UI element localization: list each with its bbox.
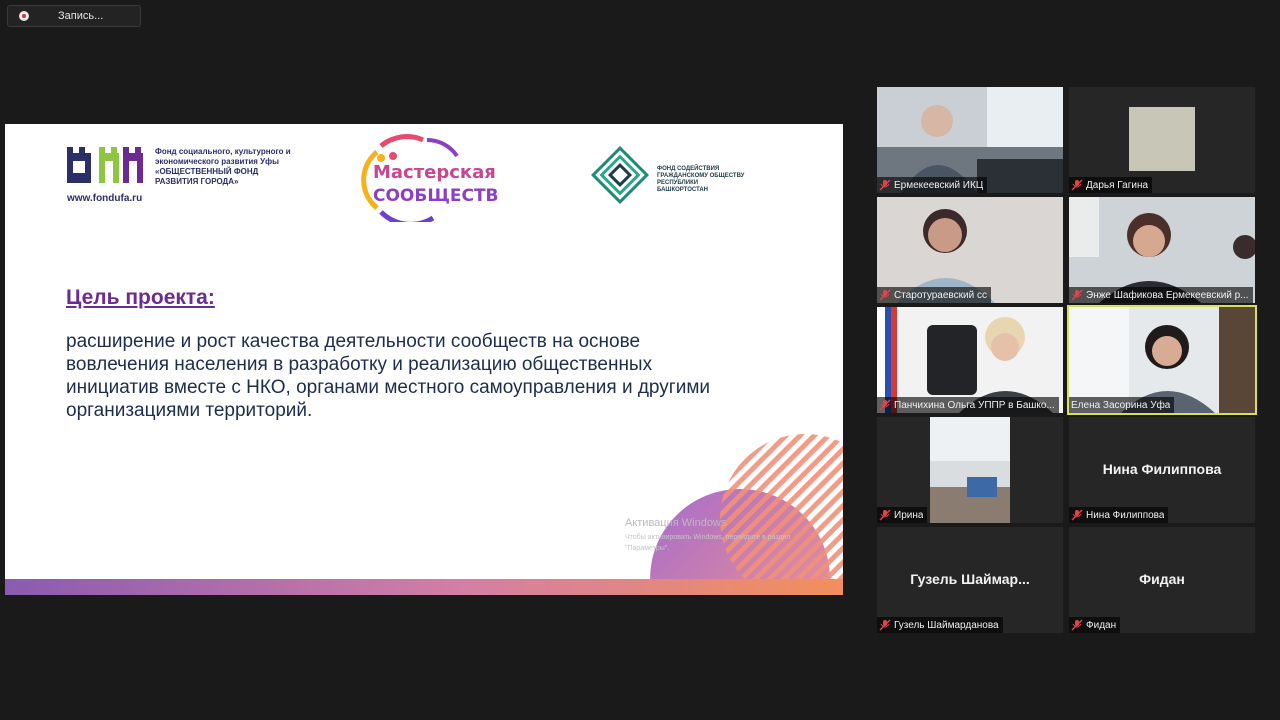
windows-activation-hint: Чтобы активировать Windows, перейдите в … — [625, 532, 790, 554]
participant-name: Ирина — [894, 509, 924, 521]
fondufa-pixel-emblem — [67, 147, 143, 183]
participant-tile[interactable]: Нина Филиппова Нина Филиппова — [1069, 417, 1255, 523]
participant-name: Фидан — [1086, 619, 1117, 631]
fondufa-logo: Фонд социального, культурного и экономич… — [65, 145, 305, 207]
participant-nameplate: Ермекеевский ИКЦ — [877, 177, 988, 193]
participant-nameplate: Елена Засорина Уфа — [1069, 397, 1175, 413]
goal-title: Цель проекта: — [66, 286, 215, 309]
logo1-line: экономического развития Уфы — [155, 157, 279, 166]
participant-tile[interactable]: Фидан Фидан — [1069, 527, 1255, 633]
mic-muted-icon — [879, 399, 891, 411]
fondufa-logo-text: Фонд социального, культурного и экономич… — [155, 147, 295, 187]
mic-muted-icon — [879, 619, 891, 631]
windows-activation-line: Чтобы активировать Windows, перейдите в … — [625, 534, 791, 541]
participant-name: Нина Филиппова — [1086, 509, 1165, 521]
participant-name: Панчихина Ольга УППР в Башко... — [894, 399, 1055, 411]
windows-activation-line: "Параметры". — [625, 545, 670, 552]
mic-muted-icon — [1071, 509, 1083, 521]
participant-display-name: Нина Филиппова — [1102, 461, 1222, 477]
participant-name: Елена Засорина Уфа — [1071, 399, 1171, 411]
masterskaya-soobshchestv-logo: Мастерская СООБЩЕСТВ — [347, 132, 503, 227]
participant-name: Энже Шафикова Ермекеевский р... — [1086, 289, 1249, 301]
mic-muted-icon — [1071, 619, 1083, 631]
windows-activation-title: Активация Windows — [625, 517, 727, 529]
participant-tile[interactable]: Энже Шафикова Ермекеевский р... — [1069, 197, 1255, 303]
logo2-line2: СООБЩЕСТВ — [373, 186, 499, 206]
civil-society-fund-logo: ФОНД СОДЕЙСТВИЯ ГРАЖДАНСКОМУ ОБЩЕСТВУ РЕ… — [587, 142, 757, 208]
mic-muted-icon — [879, 509, 891, 521]
participant-tile[interactable]: Ермекеевский ИКЦ — [877, 87, 1063, 193]
shared-screen-slide: Фонд социального, культурного и экономич… — [5, 124, 843, 595]
participant-tile[interactable]: Ирина — [877, 417, 1063, 523]
mic-muted-icon — [879, 179, 891, 191]
participant-nameplate: Панчихина Ольга УППР в Башко... — [877, 397, 1059, 413]
participant-display-name: Гузель Шаймар... — [910, 571, 1030, 587]
logo3-line: ГРАЖДАНСКОМУ ОБЩЕСТВУ — [657, 173, 745, 179]
logo3-line: РЕСПУБЛИКИ БАШКОРТОСТАН — [657, 180, 709, 193]
participant-nameplate: Дарья Гагина — [1069, 177, 1153, 193]
participant-name: Дарья Гагина — [1086, 179, 1149, 191]
recording-indicator[interactable]: Запись... — [7, 5, 141, 27]
participant-tile[interactable]: Старотураевский сс — [877, 197, 1063, 303]
logo1-line: Фонд социального, культурного и — [155, 147, 291, 156]
participant-name: Старотураевский сс — [894, 289, 987, 301]
mic-muted-icon — [879, 289, 891, 301]
mic-muted-icon — [1071, 289, 1083, 301]
participant-nameplate: Гузель Шаймарданова — [877, 617, 1003, 633]
goal-body: расширение и рост качества деятельности … — [66, 331, 711, 421]
participant-name: Гузель Шаймарданова — [894, 619, 999, 631]
participant-tile[interactable]: Панчихина Ольга УППР в Башко... — [877, 307, 1063, 413]
logo3-line: ФОНД СОДЕЙСТВИЯ — [657, 166, 720, 172]
participant-nameplate: Ирина — [877, 507, 928, 523]
participant-nameplate: Энже Шафикова Ермекеевский р... — [1069, 287, 1253, 303]
participant-nameplate: Фидан — [1069, 617, 1121, 633]
participant-display-name: Фидан — [1139, 571, 1185, 587]
mic-muted-icon — [1071, 179, 1083, 191]
logo1-line: «ОБЩЕСТВЕННЫЙ ФОНД — [155, 167, 259, 176]
participant-tile[interactable]: Дарья Гагина — [1069, 87, 1255, 193]
fondufa-url: www.fondufa.ru — [67, 193, 143, 204]
record-icon — [19, 11, 29, 21]
ornament-diamond-icon — [591, 146, 649, 204]
logo1-line: РАЗВИТИЯ ГОРОДА» — [155, 177, 239, 186]
participant-nameplate: Нина Филиппова — [1069, 507, 1169, 523]
logo2-line1: Мастерская — [373, 162, 496, 183]
participant-tile[interactable]: Гузель Шаймар... Гузель Шаймарданова — [877, 527, 1063, 633]
logo3-text: ФОНД СОДЕЙСТВИЯ ГРАЖДАНСКОМУ ОБЩЕСТВУ РЕ… — [657, 166, 747, 194]
recording-label: Запись... — [58, 10, 104, 22]
participant-tile-active-speaker[interactable]: Елена Засорина Уфа — [1067, 305, 1257, 415]
participant-nameplate: Старотураевский сс — [877, 287, 991, 303]
participant-name: Ермекеевский ИКЦ — [894, 179, 984, 191]
